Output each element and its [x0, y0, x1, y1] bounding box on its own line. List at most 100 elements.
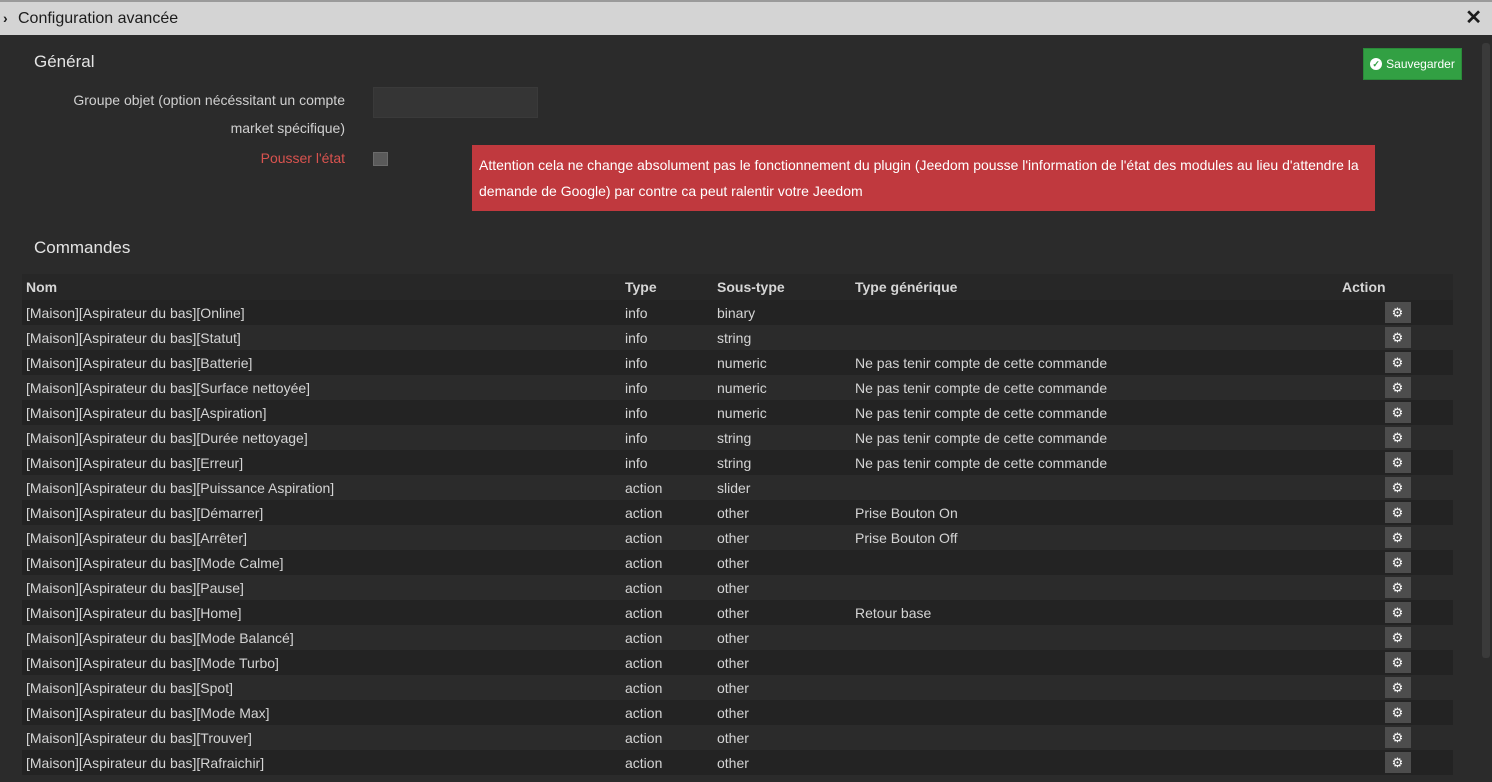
cell-type: info	[621, 375, 713, 400]
cell-subtype: numeric	[713, 350, 851, 375]
cell-subtype: other	[713, 650, 851, 675]
modal-content: Général ✓ Sauvegarder Groupe objet (opti…	[0, 35, 1492, 782]
cell-name: [Maison][Aspirateur du bas][Home]	[22, 600, 621, 625]
cell-generic: Prise Bouton Off	[851, 525, 1342, 550]
gears-icon[interactable]: ⚙	[1384, 302, 1411, 323]
gears-icon[interactable]: ⚙	[1384, 702, 1411, 723]
table-row: [Maison][Aspirateur du bas][Spot] action o…	[22, 675, 1453, 700]
cell-type: action	[621, 700, 713, 725]
cell-name: [Maison][Aspirateur du bas][Démarrer]	[22, 500, 621, 525]
table-row: [Maison][Aspirateur du bas][Démarrer] act…	[22, 500, 1453, 525]
push-state-checkbox[interactable]	[373, 152, 388, 166]
cell-subtype: other	[713, 525, 851, 550]
header-action: Action	[1342, 274, 1453, 300]
table-row: [Maison][Aspirateur du bas][Mode Turbo] a…	[22, 650, 1453, 675]
cell-subtype: other	[713, 575, 851, 600]
header-subtype: Sous-type	[713, 274, 851, 300]
header-type: Type	[621, 274, 713, 300]
cell-subtype: other	[713, 625, 851, 650]
cell-subtype: numeric	[713, 375, 851, 400]
cell-name: [Maison][Aspirateur du bas][Puissance As…	[22, 475, 621, 500]
gears-icon[interactable]: ⚙	[1384, 452, 1411, 473]
table-row: [Maison][Aspirateur du bas][Erreur] info s…	[22, 450, 1453, 475]
group-object-label-line2: market spécifique)	[230, 120, 345, 136]
cell-generic: Prise Bouton On	[851, 500, 1342, 525]
cell-subtype: string	[713, 325, 851, 350]
gears-icon[interactable]: ⚙	[1384, 752, 1411, 773]
cell-action: ⚙	[1342, 500, 1453, 525]
gears-icon[interactable]: ⚙	[1384, 377, 1411, 398]
group-object-label-line1: Groupe objet (option nécéssitant un comp…	[73, 92, 345, 108]
table-row: [Maison][Aspirateur du bas][Mode Balancé…	[22, 625, 1453, 650]
cell-subtype: numeric	[713, 400, 851, 425]
save-button[interactable]: ✓ Sauvegarder	[1363, 48, 1462, 80]
cell-action: ⚙	[1342, 375, 1453, 400]
gears-icon[interactable]: ⚙	[1384, 727, 1411, 748]
gears-icon[interactable]: ⚙	[1384, 552, 1411, 573]
cell-name: [Maison][Aspirateur du bas][Arrêter]	[22, 525, 621, 550]
table-row: [Maison][Aspirateur du bas][Statut] info s…	[22, 325, 1453, 350]
cell-action: ⚙	[1342, 550, 1453, 575]
cell-action: ⚙	[1342, 750, 1453, 775]
cell-action: ⚙	[1342, 700, 1453, 725]
gears-icon[interactable]: ⚙	[1384, 402, 1411, 423]
table-row: [Maison][Aspirateur du bas][Pause] action…	[22, 575, 1453, 600]
cell-name: [Maison][Aspirateur du bas][Mode Turbo]	[22, 650, 621, 675]
table-row: [Maison][Aspirateur du bas][Batterie] inf…	[22, 350, 1453, 375]
check-circle-icon: ✓	[1370, 58, 1383, 70]
cell-type: action	[621, 550, 713, 575]
cell-generic: Ne pas tenir compte de cette commande	[851, 450, 1342, 475]
gears-icon[interactable]: ⚙	[1384, 577, 1411, 598]
cell-subtype: other	[713, 550, 851, 575]
gears-icon[interactable]: ⚙	[1384, 477, 1411, 498]
cell-type: info	[621, 400, 713, 425]
cell-name: [Maison][Aspirateur du bas][Pause]	[22, 575, 621, 600]
gears-icon[interactable]: ⚙	[1384, 527, 1411, 548]
gears-icon[interactable]: ⚙	[1384, 427, 1411, 448]
cell-action: ⚙	[1342, 600, 1453, 625]
window-title: Configuration avancée	[18, 10, 179, 27]
commands-section-title: Commandes	[34, 238, 131, 257]
cell-action: ⚙	[1342, 400, 1453, 425]
cell-generic	[851, 625, 1342, 650]
cell-generic	[851, 575, 1342, 600]
header-name: Nom	[22, 274, 621, 300]
cell-name: [Maison][Aspirateur du bas][Statut]	[22, 325, 621, 350]
gears-icon[interactable]: ⚙	[1384, 627, 1411, 648]
cell-type: info	[621, 300, 713, 325]
cell-subtype: other	[713, 675, 851, 700]
cell-generic: Ne pas tenir compte de cette commande	[851, 350, 1342, 375]
gears-icon[interactable]: ⚙	[1384, 352, 1411, 373]
cell-action: ⚙	[1342, 300, 1453, 325]
warning-alert: Attention cela ne change absolument pas …	[472, 145, 1375, 211]
gears-icon[interactable]: ⚙	[1384, 677, 1411, 698]
scrollbar[interactable]	[1482, 43, 1490, 658]
table-row: [Maison][Aspirateur du bas][Arrêter] acti…	[22, 525, 1453, 550]
cell-subtype: string	[713, 450, 851, 475]
cell-name: [Maison][Aspirateur du bas][Spot]	[22, 675, 621, 700]
table-row: [Maison][Aspirateur du bas][Puissance As…	[22, 475, 1453, 500]
gears-icon[interactable]: ⚙	[1384, 327, 1411, 348]
group-object-input[interactable]	[373, 87, 538, 118]
gears-icon[interactable]: ⚙	[1384, 602, 1411, 623]
cell-subtype: other	[713, 500, 851, 525]
table-row: [Maison][Aspirateur du bas][Mode Max] act…	[22, 700, 1453, 725]
cell-subtype: string	[713, 425, 851, 450]
cell-type: action	[621, 625, 713, 650]
cell-action: ⚙	[1342, 725, 1453, 750]
cell-action: ⚙	[1342, 450, 1453, 475]
cell-type: action	[621, 750, 713, 775]
cell-generic	[851, 750, 1342, 775]
cell-action: ⚙	[1342, 425, 1453, 450]
close-icon[interactable]: ✕	[1465, 8, 1482, 28]
cell-generic: Ne pas tenir compte de cette commande	[851, 400, 1342, 425]
gears-icon[interactable]: ⚙	[1384, 502, 1411, 523]
cell-subtype: binary	[713, 300, 851, 325]
gears-icon[interactable]: ⚙	[1384, 652, 1411, 673]
cell-type: action	[621, 675, 713, 700]
cell-subtype: slider	[713, 475, 851, 500]
cell-type: action	[621, 475, 713, 500]
cell-action: ⚙	[1342, 675, 1453, 700]
cell-generic	[851, 300, 1342, 325]
chevron-right-icon[interactable]: ›	[3, 10, 8, 26]
